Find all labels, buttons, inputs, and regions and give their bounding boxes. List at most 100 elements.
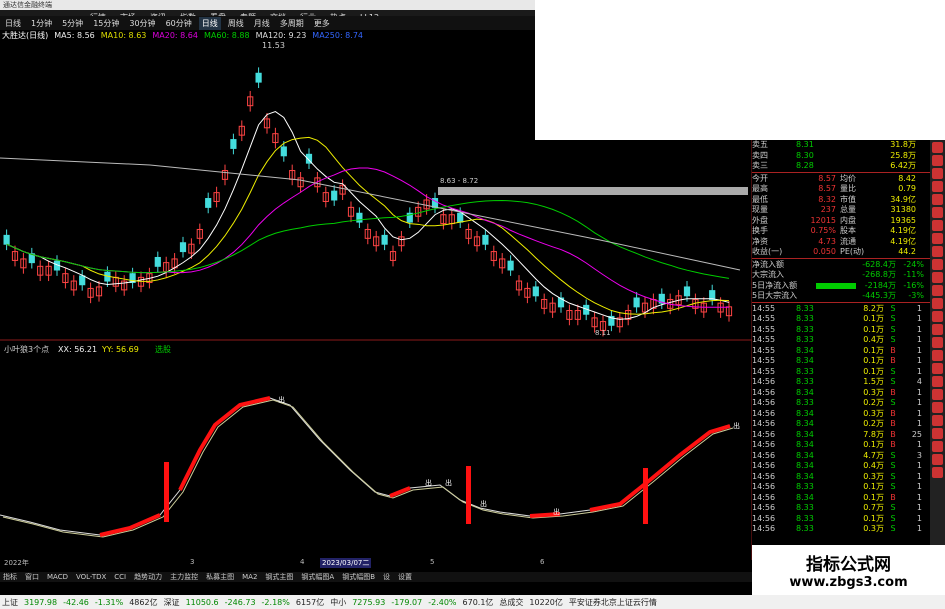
sidebar-tool-icon[interactable] [932, 246, 943, 257]
indicator-tab[interactable]: 私募主图 [206, 572, 234, 582]
indicator-tab[interactable]: MACD [47, 572, 68, 582]
sidebar-tool-icon[interactable] [932, 298, 943, 309]
sidebar-tool-icon[interactable] [932, 220, 943, 231]
book-label: 卖三 [752, 161, 768, 170]
status-item: 10220亿 [529, 597, 563, 607]
tick-price: 8.34 [796, 492, 814, 502]
tick-price: 8.33 [796, 314, 814, 323]
candle-body [457, 212, 464, 223]
candle-body [507, 260, 514, 271]
period-tab[interactable]: 15分钟 [90, 17, 122, 30]
sidebar-tool-icon[interactable] [932, 311, 943, 322]
sidebar-tool-icon[interactable] [932, 389, 943, 400]
exit-marker: 出 [733, 421, 740, 430]
tick-volume: 0.3万 [863, 387, 884, 397]
book-price: 8.28 [796, 161, 814, 170]
period-tab[interactable]: 60分钟 [163, 17, 195, 30]
sidebar-tool-icon[interactable] [932, 337, 943, 348]
sidebar-tool-icon[interactable] [932, 168, 943, 179]
tick-side: S [890, 513, 896, 523]
indicator-tab[interactable]: 趋势动力 [134, 572, 162, 582]
period-tab[interactable]: 30分钟 [126, 17, 158, 30]
tick-time: 14:56 [752, 461, 776, 470]
candle-body [482, 234, 489, 245]
tick-time: 14:55 [752, 345, 776, 355]
candle-body [331, 190, 338, 201]
tick-time: 14:56 [752, 387, 776, 397]
sidebar-tool-icon[interactable] [932, 428, 943, 439]
tick-count: 1 [916, 503, 922, 512]
xx-line [0, 397, 731, 536]
signal-segment [99, 513, 161, 537]
chart-area[interactable]: 10.2510.009.759.509.259.008.758.5080.007… [0, 30, 752, 560]
sidebar-tool-icon[interactable] [932, 376, 943, 387]
candle-body [79, 275, 86, 286]
sidebar-tool-icon[interactable] [932, 272, 943, 283]
sidebar-tool-icon[interactable] [932, 415, 943, 426]
sidebar-tool-icon[interactable] [932, 155, 943, 166]
sidebar-tool-icon[interactable] [932, 467, 943, 478]
indicator-tab[interactable]: 钢式主图 [265, 572, 293, 582]
period-tab[interactable]: 多周期 [277, 17, 307, 30]
indicator-tab[interactable]: CCI [114, 572, 126, 582]
watermark-title: 指标公式网 [806, 555, 891, 575]
yy-value: YY: 56.69 [101, 345, 139, 354]
status-item: 6157亿 [295, 597, 325, 607]
indicator-tab[interactable]: 窗口 [25, 572, 39, 582]
indicator-tab[interactable]: 设 [383, 572, 390, 582]
tick-count: 1 [916, 419, 922, 428]
sidebar-tool-icon[interactable] [932, 233, 943, 244]
period-tab[interactable]: 周线 [225, 17, 247, 30]
sidebar-tool-icon[interactable] [932, 207, 943, 218]
indicator-name[interactable]: 小叶狼3个点 [4, 344, 49, 354]
quote-info-row: 现量 237 总量 31380 [752, 205, 930, 216]
tick-count: 1 [916, 524, 922, 533]
indicator-tab[interactable]: 主力监控 [170, 572, 198, 582]
flow-value: -2184万 [864, 280, 896, 290]
period-tab[interactable]: 日线 [2, 17, 24, 30]
period-tab[interactable]: 月线 [251, 17, 273, 30]
period-tab[interactable]: 1分钟 [28, 17, 55, 30]
right-sidebar [930, 140, 945, 580]
flow-label: 5日净流入额 [752, 280, 798, 290]
sidebar-tool-icon[interactable] [932, 142, 943, 153]
tick-price: 8.34 [796, 450, 814, 460]
period-tab[interactable]: 5分钟 [59, 17, 86, 30]
quote-info-row: 今开 8.57 均价 8.42 [752, 174, 930, 185]
tick-row: 14:56 8.34 0.1万 B 1 [752, 440, 930, 451]
tick-volume: 0.1万 [863, 356, 884, 365]
indicator-tab[interactable]: VOL-TDX [76, 572, 106, 582]
status-item: 11050.6 [185, 597, 219, 607]
tick-count: 1 [916, 345, 922, 355]
sidebar-tool-icon[interactable] [932, 285, 943, 296]
status-item: 3197.98 [24, 597, 58, 607]
sidebar-tool-icon[interactable] [932, 181, 943, 192]
sidebar-tool-icon[interactable] [932, 259, 943, 270]
info-value: 34.9亿 [890, 194, 916, 204]
indicator-tab[interactable]: 钢式幅图A [301, 572, 334, 582]
sidebar-tool-icon[interactable] [932, 324, 943, 335]
indicator-tab[interactable]: MA2 [242, 572, 257, 582]
sidebar-tool-icon[interactable] [932, 441, 943, 452]
tick-count: 1 [916, 387, 922, 397]
sidebar-tool-icon[interactable] [932, 363, 943, 374]
indicator-tab[interactable]: 钢式幅图B [342, 572, 375, 582]
tick-count: 1 [916, 366, 922, 376]
sidebar-tool-icon[interactable] [932, 454, 943, 465]
status-item: 上证 [2, 597, 18, 607]
indicator-tab[interactable]: 设置 [398, 572, 412, 582]
info-label: 现量 [752, 205, 768, 214]
tick-row: 14:56 8.34 0.3万 B 1 [752, 409, 930, 420]
period-tab[interactable]: 日线 [198, 16, 221, 30]
indicator-tab[interactable]: 指标 [3, 572, 17, 582]
stock-terminal: 通达信金融终端 行情市场资讯指数看盘专题文档行业热点LL12 日线1分钟5分钟1… [0, 0, 945, 609]
tick-side: S [890, 503, 896, 512]
period-tab[interactable]: 更多 [311, 17, 333, 30]
info-value: 4.73 [818, 236, 836, 246]
quote-info-row: 换手 0.75% 股本 4.19亿 [752, 226, 930, 237]
sidebar-tool-icon[interactable] [932, 350, 943, 361]
ma5-line [6, 111, 730, 320]
info-label: 最高 [752, 184, 768, 193]
sidebar-tool-icon[interactable] [932, 402, 943, 413]
sidebar-tool-icon[interactable] [932, 194, 943, 205]
